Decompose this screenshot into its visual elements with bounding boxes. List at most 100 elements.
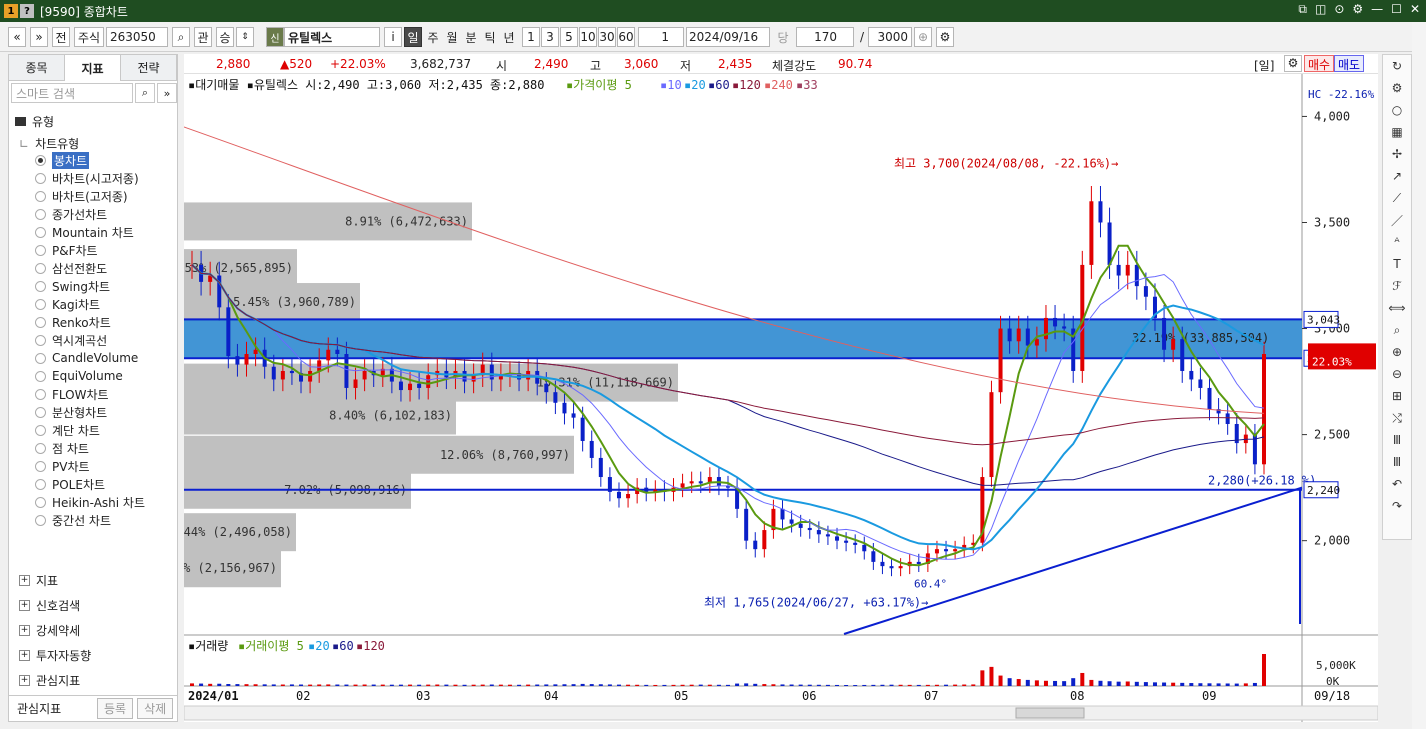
chart-type-option[interactable]: 삼선전환도 — [35, 259, 107, 277]
section-type[interactable]: 유형 — [15, 113, 54, 130]
text-icon[interactable]: T — [1383, 253, 1411, 275]
crosshair-icon[interactable]: ✢ — [1383, 143, 1411, 165]
register-button[interactable]: 등록 — [97, 698, 134, 719]
expand-plus-icon[interactable]: + — [19, 625, 30, 636]
indicator-group[interactable]: + 관심지표 — [19, 672, 80, 689]
radio-icon[interactable] — [35, 154, 46, 166]
price-chart-svg[interactable]: 4,0003,5003,0002,5002,0008.91% (6,472,63… — [154, 74, 1379, 722]
chart-type-option[interactable]: CandleVolume — [35, 349, 138, 367]
radio-icon[interactable] — [35, 442, 46, 454]
chart-settings-icon[interactable]: ⚙ — [1284, 55, 1302, 72]
sang-button[interactable]: 승 — [216, 27, 234, 47]
expand-plus-icon[interactable]: + — [19, 650, 30, 661]
pan-icon[interactable]: ⟺ — [1383, 297, 1411, 319]
radio-icon[interactable] — [35, 298, 46, 310]
undo-icon[interactable]: ↶ — [1383, 473, 1411, 495]
date-input[interactable]: 2024/09/16 — [686, 27, 770, 47]
tab-indicator[interactable]: 지표 — [65, 55, 121, 81]
market-select[interactable]: 주식 — [74, 27, 104, 47]
chart-area[interactable]: 4,000 3,500 3,000 2,500 2,000 8.91% (6,472,63… — [154, 74, 1379, 722]
text-a-icon[interactable]: ᴬ — [1383, 231, 1411, 253]
total-count-input[interactable]: 3000 — [868, 27, 912, 47]
chart-type-option[interactable]: 바차트(고저종) — [35, 187, 128, 205]
tab-stock[interactable]: 종목 — [9, 55, 65, 81]
period-year[interactable]: 년 — [500, 27, 518, 47]
radio-icon[interactable] — [35, 334, 46, 346]
bars-icon[interactable]: Ⅲ — [1383, 429, 1411, 451]
tab-strategy[interactable]: 전략 — [121, 55, 177, 81]
indicator-group[interactable]: + 강세약세 — [19, 622, 80, 639]
measure-icon[interactable]: ⤭ — [1383, 407, 1411, 429]
line-icon[interactable]: ／ — [1383, 209, 1411, 231]
period-month[interactable]: 월 — [443, 27, 461, 47]
code-input[interactable]: 263050 — [106, 27, 168, 47]
expand-icon[interactable]: » — [157, 83, 177, 103]
chart-type-option[interactable]: Swing차트 — [35, 277, 110, 295]
gwan-button[interactable]: 관 — [194, 27, 212, 47]
search-icon[interactable]: ⌕ — [135, 83, 155, 103]
capture-icon[interactable]: ⊙ — [1334, 2, 1344, 17]
indicator-group[interactable]: + 지표 — [19, 572, 58, 589]
period-tick[interactable]: 틱 — [481, 27, 499, 47]
trend-icon[interactable]: ↗ — [1383, 165, 1411, 187]
magnify-icon[interactable]: ⌕ — [1383, 319, 1411, 341]
circle-icon[interactable]: ○ — [1383, 99, 1411, 121]
radio-icon[interactable] — [35, 244, 46, 256]
refresh-icon[interactable]: ↻ — [1383, 55, 1411, 77]
expand-plus-icon[interactable]: + — [19, 575, 30, 586]
chart-type-option[interactable]: P&F차트 — [35, 241, 98, 259]
radio-icon[interactable] — [35, 460, 46, 472]
radio-icon[interactable] — [35, 478, 46, 490]
radio-icon[interactable] — [35, 172, 46, 184]
grid-icon[interactable]: ⊞ — [1383, 385, 1411, 407]
buy-button[interactable]: 매수 — [1304, 55, 1335, 72]
chart-type-option[interactable]: 역시계곡선 — [35, 331, 107, 349]
num-10[interactable]: 10 — [579, 27, 597, 47]
period-week[interactable]: 주 — [424, 27, 442, 47]
radio-icon[interactable] — [35, 370, 46, 382]
chart-type-option[interactable]: 바차트(시고저종) — [35, 169, 139, 187]
maximize-button[interactable]: ☐ — [1391, 2, 1402, 17]
search-icon[interactable]: ⌕ — [172, 27, 190, 47]
chart-type-option[interactable]: FLOW차트 — [35, 385, 109, 403]
chart-type-option[interactable]: Heikin-Ashi 차트 — [35, 493, 145, 511]
info-button[interactable]: i — [384, 27, 402, 47]
num-3[interactable]: 3 — [541, 27, 559, 47]
radio-icon[interactable] — [35, 316, 46, 328]
chart-type-option[interactable]: Mountain 차트 — [35, 223, 134, 241]
bars2-icon[interactable]: Ⅲ — [1383, 451, 1411, 473]
chart-type-option[interactable]: 계단 차트 — [35, 421, 100, 439]
radio-icon[interactable] — [35, 190, 46, 202]
zoom-icon[interactable]: ⊕ — [914, 27, 932, 47]
link-icon[interactable]: ⧉ — [1298, 2, 1307, 17]
settings-icon[interactable]: ⚙ — [1352, 2, 1363, 17]
spin-icon[interactable]: ⇕ — [236, 27, 254, 47]
radio-icon[interactable] — [35, 280, 46, 292]
delete-button[interactable]: 삭제 — [137, 698, 174, 719]
radio-icon[interactable] — [35, 496, 46, 508]
radio-icon[interactable] — [35, 514, 46, 526]
radio-icon[interactable] — [35, 352, 46, 364]
zoom-in-icon[interactable]: ⊕ — [1383, 341, 1411, 363]
indicator-group[interactable]: + 신호검색 — [19, 597, 80, 614]
next-stock-button[interactable]: » — [30, 27, 48, 47]
num-5[interactable]: 5 — [560, 27, 578, 47]
period-day[interactable]: 일 — [404, 27, 422, 47]
expand-plus-icon[interactable]: + — [19, 675, 30, 686]
num-30[interactable]: 30 — [598, 27, 616, 47]
chart-type-option[interactable]: PV차트 — [35, 457, 90, 475]
minimize-button[interactable]: — — [1371, 2, 1383, 17]
sell-button[interactable]: 매도 — [1334, 55, 1365, 72]
close-button[interactable]: ✕ — [1410, 2, 1420, 17]
jeon-button[interactable]: 전 — [52, 27, 70, 47]
radio-icon[interactable] — [35, 388, 46, 400]
prev-stock-button[interactable]: « — [8, 27, 26, 47]
num-1[interactable]: 1 — [522, 27, 540, 47]
chart-type-option[interactable]: POLE차트 — [35, 475, 105, 493]
fib-icon[interactable]: ℱ — [1383, 275, 1411, 297]
config-icon[interactable]: ⚙ — [1383, 77, 1411, 99]
chart-type-option[interactable]: EquiVolume — [35, 367, 123, 385]
vertical-scrollbar[interactable] — [1412, 22, 1426, 729]
chart-type-option[interactable]: Renko차트 — [35, 313, 111, 331]
smart-search-input[interactable]: 스마트 검색 — [11, 83, 133, 103]
